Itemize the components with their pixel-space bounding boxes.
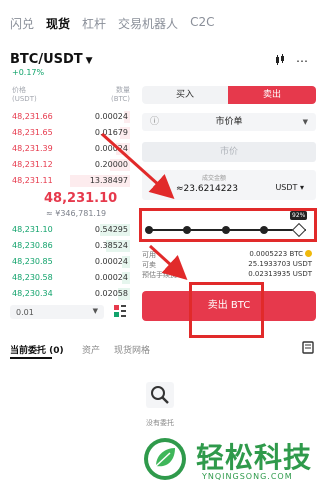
caret-down-icon: ▼ <box>92 307 98 315</box>
amount-value: ≈23.6214223 <box>176 184 238 194</box>
precision-value: 0.01 <box>16 308 34 317</box>
ask-price: 48,231.12 <box>12 160 53 169</box>
bid-row[interactable]: 48,231.10 0.54295 <box>10 223 130 237</box>
balance-info: 可用 0.0005223 BTC 可卖 25.1933703 USDT 预估手续费 0… <box>142 250 316 280</box>
bid-qty: 0.38524 <box>94 241 128 250</box>
more-icon[interactable]: ⋯ <box>296 54 308 68</box>
top-icons: ⋯ <box>274 54 308 68</box>
ask-row[interactable]: 48,231.65 0.01679 <box>10 126 130 140</box>
candlestick-icon[interactable] <box>274 54 286 66</box>
pair-change: +0.17% <box>12 68 45 77</box>
tab-bot[interactable]: 交易机器人 <box>118 15 178 32</box>
info-key: 可卖 <box>142 261 156 269</box>
amount-currency-select[interactable]: USDT ▾ <box>275 183 304 192</box>
tab-assets[interactable]: 资产 <box>82 343 100 356</box>
info-key: 预估手续费 <box>142 271 177 279</box>
sell-tab[interactable]: 卖出 <box>228 86 316 104</box>
ask-price: 48,231.66 <box>12 112 53 121</box>
order-type-select[interactable]: ⓘ 市价单 ▼ <box>142 113 316 131</box>
document-icon[interactable] <box>302 341 314 354</box>
bid-price: 48,230.85 <box>12 257 53 266</box>
info-icon[interactable]: ⓘ <box>150 113 159 131</box>
info-value: 25.1933703 USDT <box>248 260 312 268</box>
ask-row[interactable]: 48,231.66 0.00024 <box>10 110 130 124</box>
watermark-brand: 轻松科技 <box>196 441 313 474</box>
bid-row[interactable]: 48,230.34 0.02058 <box>10 287 130 301</box>
amount-field[interactable]: 成交金额 ≈23.6214223 USDT ▾ <box>142 170 316 200</box>
amount-label: 成交金额 <box>202 175 227 182</box>
buy-tab[interactable]: 买入 <box>142 86 228 104</box>
info-row: 可卖 25.1933703 USDT <box>142 260 316 270</box>
ask-qty: 0.01679 <box>94 128 128 137</box>
orderbook-header: 价格 (USDT) 数量 (BTC) <box>12 86 130 104</box>
annotation-box-slider <box>139 208 317 242</box>
bid-row[interactable]: 48,230.58 0.00024 <box>10 271 130 285</box>
tab-margin[interactable]: 杠杆 <box>82 15 106 32</box>
caret-down-icon: ▼ <box>85 56 93 66</box>
annotation-box-sell <box>189 282 264 338</box>
ask-qty: 0.20000 <box>94 160 128 169</box>
info-row: 可用 0.0005223 BTC <box>142 250 316 260</box>
watermark: 轻松科技 YNQINGSONG.COM <box>142 432 324 484</box>
ask-row[interactable]: 48,231.11 13.38497 <box>10 174 130 188</box>
coin-icon[interactable] <box>305 250 312 257</box>
pair-row: BTC/USDT ▼ <box>10 52 316 70</box>
ask-row[interactable]: 48,231.39 0.00024 <box>10 142 130 156</box>
precision-select[interactable]: 0.01 ▼ <box>10 305 104 319</box>
pair-selector[interactable]: BTC/USDT ▼ <box>10 52 93 67</box>
price-field: 市价 <box>142 142 316 162</box>
ask-row[interactable]: 48,231.12 0.20000 <box>10 158 130 172</box>
pair-label: BTC/USDT <box>10 52 83 67</box>
ask-price: 48,231.39 <box>12 144 53 153</box>
tab-c2c[interactable]: C2C <box>190 15 214 32</box>
bid-qty: 0.00024 <box>94 257 128 266</box>
bid-row[interactable]: 48,230.86 0.38524 <box>10 239 130 253</box>
active-tab-underline <box>10 357 52 359</box>
bid-qty: 0.54295 <box>94 225 128 234</box>
info-row: 预估手续费 0.02313935 USDT <box>142 270 316 280</box>
caret-down-icon: ▼ <box>302 118 308 126</box>
tab-open-orders[interactable]: 当前委托 (0) <box>10 343 64 356</box>
bid-price: 48,230.58 <box>12 273 53 282</box>
available-value: 0.0005223 BTC <box>249 250 303 258</box>
bid-qty: 0.02058 <box>94 289 128 298</box>
info-value: 0.02313935 USDT <box>248 270 312 278</box>
ask-qty: 0.00024 <box>94 112 128 121</box>
magnifier-icon <box>146 382 174 408</box>
info-key: 可用 <box>142 251 156 259</box>
buy-sell-toggle: 买入 卖出 <box>142 86 316 104</box>
top-tabs: 闪兑 现货 杠杆 交易机器人 C2C <box>10 15 214 32</box>
leaf-logo-icon <box>144 438 186 480</box>
bid-qty: 0.00024 <box>94 273 128 282</box>
bid-price: 48,230.86 <box>12 241 53 250</box>
watermark-url: YNQINGSONG.COM <box>202 472 293 481</box>
tab-spot-grid[interactable]: 现货网格 <box>114 343 150 356</box>
order-type-value: 市价单 <box>215 117 243 127</box>
empty-text: 没有委托 <box>146 419 174 427</box>
depth-view-icon[interactable] <box>114 305 126 317</box>
info-value: 0.0005223 BTC <box>249 250 312 258</box>
last-price-cny: ≈ ¥346,781.19 <box>46 209 107 218</box>
tab-spot[interactable]: 现货 <box>46 15 70 32</box>
tab-flash[interactable]: 闪兑 <box>10 15 34 32</box>
ask-qty: 13.38497 <box>89 176 128 185</box>
qty-header: 数量 (BTC) <box>110 86 130 103</box>
ask-price: 48,231.65 <box>12 128 53 137</box>
bid-price: 48,231.10 <box>12 225 53 234</box>
ask-qty: 0.00024 <box>94 144 128 153</box>
bid-price: 48,230.34 <box>12 289 53 298</box>
ask-price: 48,231.11 <box>12 176 53 185</box>
bid-row[interactable]: 48,230.85 0.00024 <box>10 255 130 269</box>
last-price: 48,231.10 <box>44 191 118 206</box>
currency-label: USDT <box>275 183 298 192</box>
